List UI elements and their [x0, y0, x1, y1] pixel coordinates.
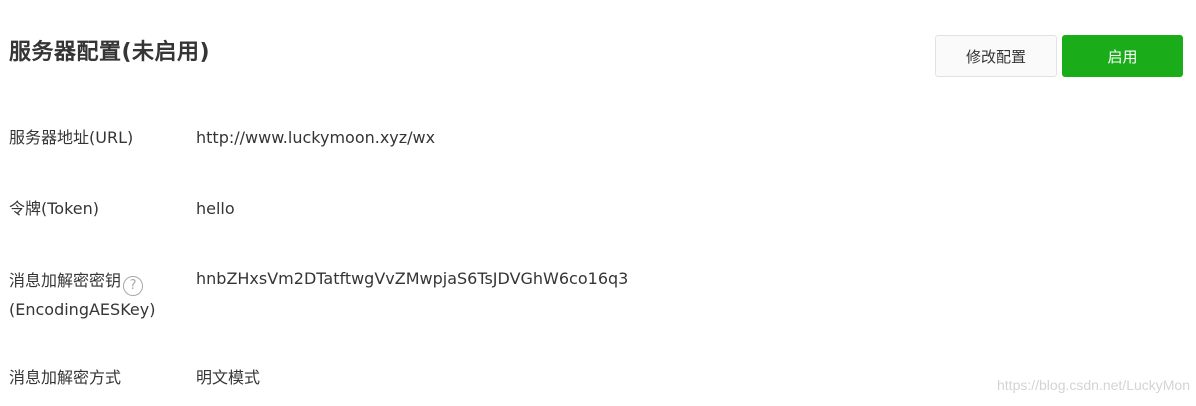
watermark: https://blog.csdn.net/LuckyMon [997, 377, 1190, 393]
token-label: 令牌(Token) [9, 199, 100, 218]
edit-config-button[interactable]: 修改配置 [935, 35, 1057, 77]
question-circle-icon[interactable]: ? [123, 275, 144, 296]
aes-key-label: 消息加解密密钥? (EncodingAESKey) [9, 267, 155, 324]
url-value: http://www.luckymoon.xyz/wx [196, 128, 436, 147]
server-config-panel: 服务器配置(未启用) 修改配置 启用 服务器地址(URL) http://www… [0, 0, 1196, 406]
url-label: 服务器地址(URL) [9, 128, 134, 147]
encryption-mode-value: 明文模式 [196, 368, 261, 387]
encryption-mode-label: 消息加解密方式 [9, 368, 122, 387]
token-value: hello [196, 199, 235, 218]
aes-key-label-line2: (EncodingAESKey) [9, 299, 156, 319]
aes-key-value: hnbZHxsVm2DTatftwgVvZMwpjaS6TsJDVGhW6co1… [196, 269, 629, 288]
aes-key-label-line1: 消息加解密密钥 [9, 271, 122, 290]
enable-button[interactable]: 启用 [1062, 35, 1183, 77]
page-title: 服务器配置(未启用) [9, 40, 211, 65]
